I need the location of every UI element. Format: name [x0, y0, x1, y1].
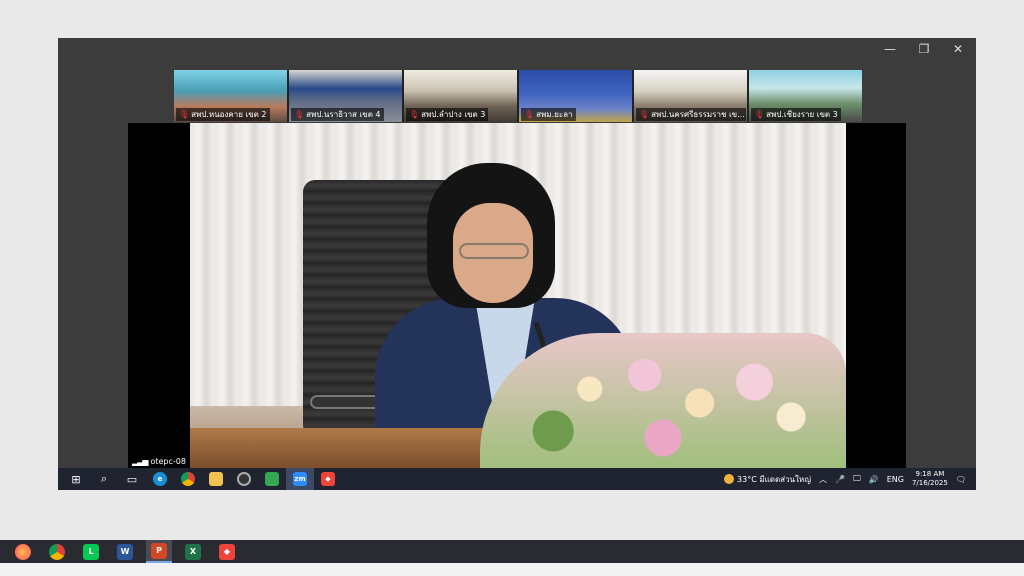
volume-icon[interactable]: 🔊: [869, 475, 879, 484]
muted-mic-icon: 🎙: [639, 110, 650, 119]
remote-taskbar: ⊞ ⌕ ▭ e zm ◆ 33°C มีแดดส่วนใหญ่ ︿ 🎤 🖵 🔊 …: [58, 468, 976, 490]
clock[interactable]: 9:18 AM 7/16/2025: [912, 470, 948, 488]
language-indicator[interactable]: ENG: [887, 475, 904, 484]
chrome-icon[interactable]: [44, 540, 70, 563]
firefox-icon[interactable]: [10, 540, 36, 563]
chrome-icon[interactable]: [174, 468, 202, 490]
gallery-tile[interactable]: 🎙 สพป.เชียงราย เขต 3: [749, 70, 862, 122]
chevron-up-icon[interactable]: ︿: [819, 474, 827, 485]
muted-mic-icon: 🎙: [524, 110, 535, 119]
notification-icon[interactable]: 🗨: [956, 475, 966, 484]
task-view-icon[interactable]: ▭: [118, 468, 146, 490]
muted-mic-icon: 🎙: [409, 110, 420, 119]
gallery-tile[interactable]: 🎙 สพป.หนองคาย เขต 2: [174, 70, 287, 122]
tile-label: 🎙 สพป.นราธิวาส เขต 4: [291, 108, 384, 121]
speaker-video: [190, 123, 846, 468]
gallery-tile[interactable]: 🎙 สพม.ยะลา: [519, 70, 632, 122]
tile-label: 🎙 สพป.นครศรีธรรมราช เข...: [636, 108, 746, 121]
gallery-tile[interactable]: 🎙 สพป.นครศรีธรรมราช เข...: [634, 70, 747, 122]
main-video-area[interactable]: ▂▃▅ otepc-08: [128, 123, 906, 468]
local-taskbar: L W P X ◆: [0, 540, 1024, 563]
tile-label: 🎙 สพป.ลำปาง เขต 3: [406, 108, 489, 121]
signal-bars-icon: ▂▃▅: [132, 457, 149, 466]
video-gallery-strip: 🎙 สพป.หนองคาย เขต 2 🎙 สพป.นราธิวาส เขต 4 🎙…: [174, 70, 862, 122]
windows-start-icon[interactable]: ⊞: [62, 468, 90, 490]
excel-icon[interactable]: X: [180, 540, 206, 563]
search-icon[interactable]: ⌕: [90, 468, 118, 490]
tile-label: 🎙 สพป.เชียงราย เขต 3: [751, 108, 841, 121]
muted-mic-icon: 🎙: [179, 110, 190, 119]
muted-mic-icon: 🎙: [754, 110, 765, 119]
tile-label: 🎙 สพม.ยะลา: [521, 108, 576, 121]
microphone-icon[interactable]: 🎤: [835, 475, 845, 484]
edge-icon[interactable]: e: [146, 468, 174, 490]
anydesk-icon[interactable]: ◆: [214, 540, 240, 563]
sun-cloud-icon: [724, 474, 735, 484]
powerpoint-icon[interactable]: P: [146, 540, 172, 563]
gallery-tile[interactable]: 🎙 สพป.นราธิวาส เขต 4: [289, 70, 402, 122]
meet-icon[interactable]: [258, 468, 286, 490]
bottom-margin: [0, 563, 1024, 576]
projector-screen: — ❐ ✕ 🎙 สพป.หนองคาย เขต 2 🎙 สพป.นราธิวาส เ…: [0, 0, 1024, 540]
muted-mic-icon: 🎙: [294, 110, 305, 119]
system-tray: 33°C มีแดดส่วนใหญ่ ︿ 🎤 🖵 🔊 ENG 9:18 AM 7…: [724, 468, 976, 490]
line-icon[interactable]: L: [78, 540, 104, 563]
minimize-icon[interactable]: —: [882, 42, 898, 56]
camera-icon[interactable]: [230, 468, 258, 490]
zoom-icon[interactable]: zm: [286, 468, 314, 490]
network-icon[interactable]: 🖵: [853, 474, 861, 484]
window-controls: — ❐ ✕: [882, 42, 966, 56]
restore-icon[interactable]: ❐: [916, 42, 932, 56]
flower-arrangement: [480, 333, 846, 468]
word-icon[interactable]: W: [112, 540, 138, 563]
participant-name-tag: ▂▃▅ otepc-08: [128, 455, 190, 468]
file-explorer-icon[interactable]: [202, 468, 230, 490]
tile-label: 🎙 สพป.หนองคาย เขต 2: [176, 108, 270, 121]
anydesk-icon[interactable]: ◆: [314, 468, 342, 490]
remote-desktop-window: — ❐ ✕ 🎙 สพป.หนองคาย เขต 2 🎙 สพป.นราธิวาส เ…: [58, 38, 976, 490]
gallery-tile[interactable]: 🎙 สพป.ลำปาง เขต 3: [404, 70, 517, 122]
weather-widget[interactable]: 33°C มีแดดส่วนใหญ่: [724, 473, 811, 486]
close-icon[interactable]: ✕: [950, 42, 966, 56]
